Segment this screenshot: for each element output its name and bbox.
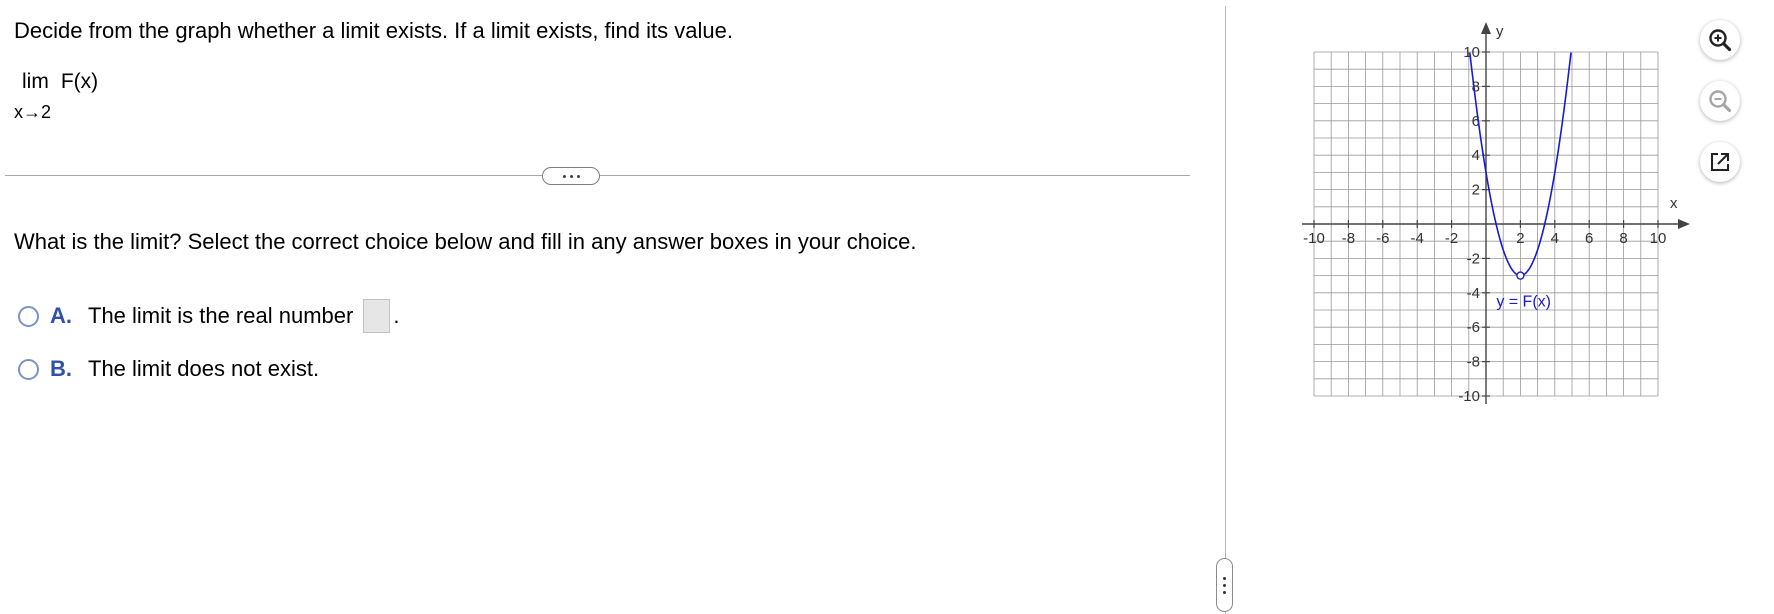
y-tick-label: 4 — [1472, 147, 1480, 164]
x-axis-label: x — [1670, 195, 1678, 212]
x-tick-label: 8 — [1619, 230, 1627, 247]
y-tick-label: -2 — [1467, 250, 1480, 267]
open-circle-point — [1516, 271, 1525, 280]
y-axis-arrow — [1481, 22, 1491, 34]
x-tick-label: -2 — [1445, 230, 1458, 247]
choice-b-letter: B. — [50, 356, 72, 381]
zoom-out-icon — [1709, 90, 1732, 113]
x-tick-label: -8 — [1342, 230, 1355, 247]
x-tick-label: -6 — [1376, 230, 1389, 247]
choice-a-period: . — [393, 303, 400, 328]
x-axis-arrow — [1678, 219, 1690, 229]
y-tick-label: 10 — [1463, 44, 1480, 61]
choice-b[interactable]: B. The limit does not exist. — [18, 351, 319, 387]
y-axis-label: y — [1496, 23, 1504, 40]
y-tick-label: -4 — [1467, 285, 1480, 302]
y-tick-label: -6 — [1467, 319, 1480, 336]
x-tick-label: 4 — [1551, 230, 1559, 247]
choice-a-letter: A. — [50, 303, 72, 328]
x-tick-label: 10 — [1650, 230, 1667, 247]
limit-answer-input[interactable] — [363, 299, 391, 333]
expand-more-button[interactable] — [542, 167, 600, 185]
limit-function: F(x) — [60, 70, 99, 93]
choice-a-radio[interactable] — [18, 305, 39, 327]
curve-label: y = F(x) — [1496, 294, 1551, 311]
x-tick-label: 6 — [1585, 230, 1593, 247]
choice-a[interactable]: A. The limit is the real number . — [18, 298, 399, 334]
choice-b-text: The limit does not exist. — [88, 356, 320, 381]
pane-splitter[interactable] — [1225, 6, 1226, 614]
y-tick-label: 2 — [1472, 182, 1480, 199]
external-window-icon — [1711, 153, 1729, 171]
prompt-text: What is the limit? Select the correct ch… — [14, 229, 917, 254]
limit-subscript: x→2 — [14, 102, 52, 122]
x-tick-label: -10 — [1303, 230, 1325, 247]
y-tick-label: -8 — [1467, 354, 1480, 371]
graph-axes — [1302, 22, 1690, 404]
choice-a-text: The limit is the real number — [88, 303, 354, 328]
limit-operator: lim — [22, 70, 49, 93]
zoom-in-button[interactable] — [1700, 20, 1740, 60]
function-graph: -10 -8 -6 -4 -2 2 4 6 8 10108642-2-4-6-8-10 x y y… — [1302, 22, 1690, 405]
y-tick-label: -10 — [1458, 388, 1480, 405]
popout-button[interactable] — [1700, 142, 1740, 182]
question-pane: Decide from the graph whether a limit ex… — [0, 0, 1225, 614]
question-text: Decide from the graph whether a limit ex… — [14, 18, 733, 43]
choice-b-radio[interactable] — [18, 358, 39, 380]
zoom-out-button[interactable] — [1700, 81, 1740, 121]
zoom-in-icon — [1709, 29, 1732, 52]
x-tick-label: -4 — [1411, 230, 1424, 247]
x-tick-label: 2 — [1516, 230, 1524, 247]
splitter-handle[interactable] — [1216, 558, 1233, 612]
